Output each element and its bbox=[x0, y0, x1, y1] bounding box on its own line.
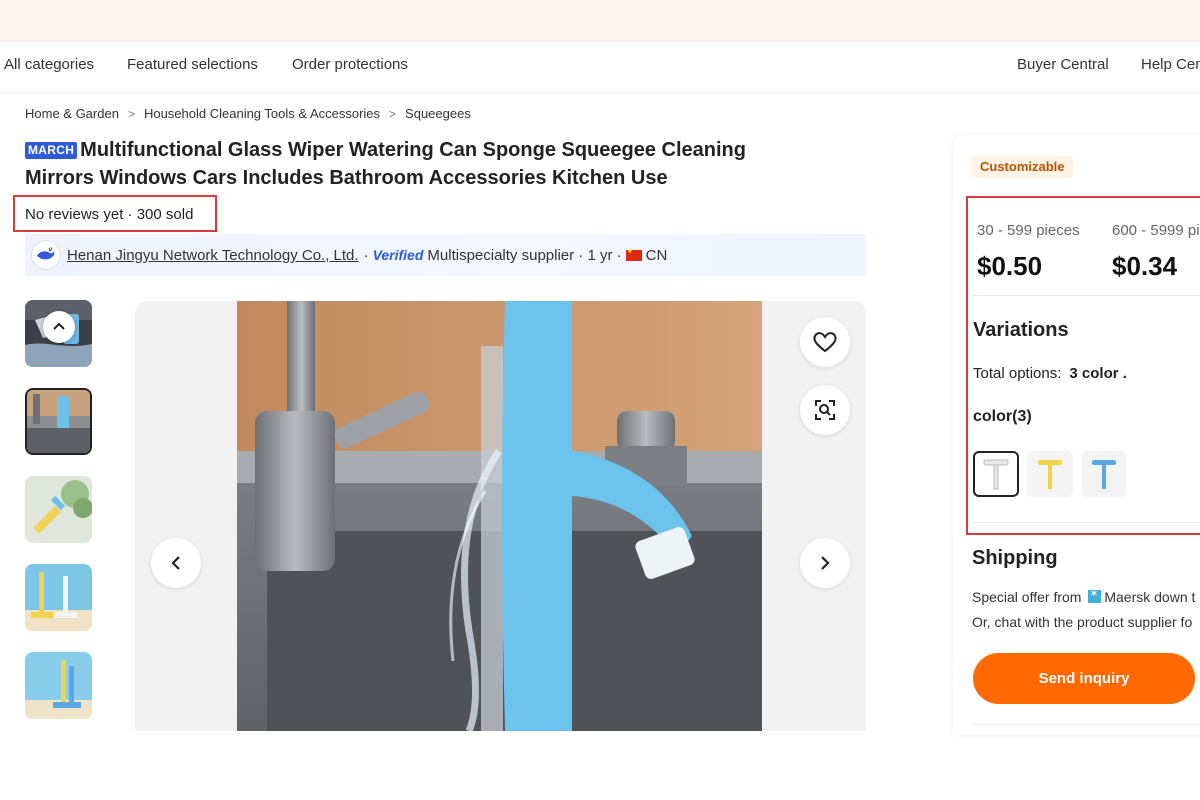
whale-logo-icon bbox=[37, 246, 55, 260]
chevron-right-icon bbox=[821, 556, 830, 570]
product-title: MARCH Multifunctional Glass Wiper Waterin… bbox=[25, 136, 815, 192]
variations-title: Variations bbox=[973, 319, 1069, 341]
thumbnail-3[interactable] bbox=[25, 476, 92, 543]
reviews-sold-text: No reviews yet · 300 sold bbox=[25, 206, 194, 223]
breadcrumb-home-garden[interactable]: Home & Garden bbox=[25, 106, 119, 121]
favorite-button[interactable] bbox=[800, 317, 850, 367]
shipping-offer-prefix: Special offer from bbox=[972, 589, 1082, 605]
divider bbox=[973, 724, 1200, 725]
color-swatch-blue[interactable] bbox=[1081, 451, 1127, 497]
shipping-offer: Special offer from Maersk down t bbox=[972, 587, 1196, 605]
total-options-label: Total options: bbox=[973, 365, 1062, 382]
tier-1-quantity: 30 - 599 pieces bbox=[977, 222, 1080, 239]
march-badge: MARCH bbox=[25, 142, 78, 159]
product-gallery bbox=[135, 301, 866, 731]
tier-2-price: $0.34 bbox=[1112, 251, 1178, 281]
chat-supplier-text: Or, chat with the product supplier fo bbox=[972, 614, 1193, 630]
color-swatch-yellow[interactable] bbox=[1027, 451, 1073, 497]
chevron-right-icon: > bbox=[127, 106, 135, 121]
nav-help-center[interactable]: Help Center bbox=[1141, 56, 1200, 73]
product-title-text: Multifunctional Glass Wiper Watering Can… bbox=[25, 139, 746, 189]
thumbnail-image-colors bbox=[25, 564, 92, 631]
reviews-sold-summary: No reviews yet · 300 sold bbox=[13, 195, 217, 232]
shipping-title: Shipping bbox=[972, 547, 1058, 569]
thumbnail-4[interactable] bbox=[25, 564, 92, 631]
divider bbox=[973, 522, 1200, 523]
supplier-country: CN bbox=[645, 246, 668, 264]
blue-squeegee-icon bbox=[1092, 460, 1116, 489]
thumbnail-5[interactable] bbox=[25, 652, 92, 719]
image-search-button[interactable] bbox=[800, 385, 850, 435]
nav-buyer-central[interactable]: Buyer Central bbox=[1017, 56, 1109, 73]
breadcrumb-cleaning-tools[interactable]: Household Cleaning Tools & Accessories bbox=[144, 106, 380, 121]
nav-order-protections[interactable]: Order protections bbox=[292, 56, 408, 73]
next-image-button[interactable] bbox=[800, 538, 850, 588]
tier-2-quantity: 600 - 5999 pieces bbox=[1112, 222, 1200, 239]
color-swatch-white[interactable] bbox=[973, 451, 1019, 497]
breadcrumb: Home & Garden > Household Cleaning Tools… bbox=[25, 106, 471, 121]
main-product-image[interactable] bbox=[237, 301, 762, 731]
thumbnails-up-button[interactable] bbox=[43, 311, 75, 343]
divider bbox=[973, 295, 1200, 296]
chevron-right-icon: > bbox=[389, 106, 397, 121]
previous-image-button[interactable] bbox=[151, 538, 201, 588]
thumbnail-image-blue bbox=[25, 652, 92, 719]
send-inquiry-button[interactable]: Send inquiry bbox=[973, 653, 1195, 704]
white-squeegee-icon bbox=[983, 459, 1009, 490]
customizable-badge: Customizable bbox=[972, 156, 1073, 178]
verified-badge[interactable]: Verified bbox=[373, 247, 424, 263]
image-search-icon bbox=[815, 400, 835, 420]
nav-all-categories[interactable]: All categories bbox=[4, 56, 94, 73]
tier-1-price: $0.50 bbox=[977, 251, 1043, 281]
thumbnail-image-window bbox=[25, 476, 92, 543]
thumbnail-image-sink bbox=[27, 390, 90, 453]
maersk-star-icon bbox=[1088, 587, 1102, 603]
color-label: color(3) bbox=[973, 408, 1032, 425]
heart-icon bbox=[813, 332, 837, 353]
chevron-up-icon bbox=[53, 322, 65, 330]
thumbnail-2[interactable] bbox=[25, 388, 92, 455]
total-options-value: 3 color . bbox=[1069, 365, 1127, 382]
china-flag-icon bbox=[625, 247, 642, 261]
category-navbar: All categories Featured selections Order… bbox=[0, 42, 1200, 93]
yellow-squeegee-icon bbox=[1038, 460, 1062, 489]
supplier-logo[interactable] bbox=[31, 240, 61, 270]
chevron-left-icon bbox=[171, 556, 180, 570]
nav-featured-selections[interactable]: Featured selections bbox=[127, 56, 258, 73]
supplier-name-link[interactable]: Henan Jingyu Network Technology Co., Ltd… bbox=[67, 247, 359, 264]
breadcrumb-squeegees[interactable]: Squeegees bbox=[405, 106, 471, 121]
supplier-bar: Henan Jingyu Network Technology Co., Ltd… bbox=[25, 234, 866, 276]
supplier-details: Multispecialty supplier · 1 yr · bbox=[427, 246, 622, 264]
top-banner bbox=[0, 0, 1200, 42]
total-options: Total options: 3 color . bbox=[973, 365, 1127, 382]
dot-separator: · bbox=[363, 246, 369, 264]
shipping-offer-suffix: Maersk down t bbox=[1104, 589, 1196, 605]
thumbnail-1[interactable] bbox=[25, 300, 92, 367]
